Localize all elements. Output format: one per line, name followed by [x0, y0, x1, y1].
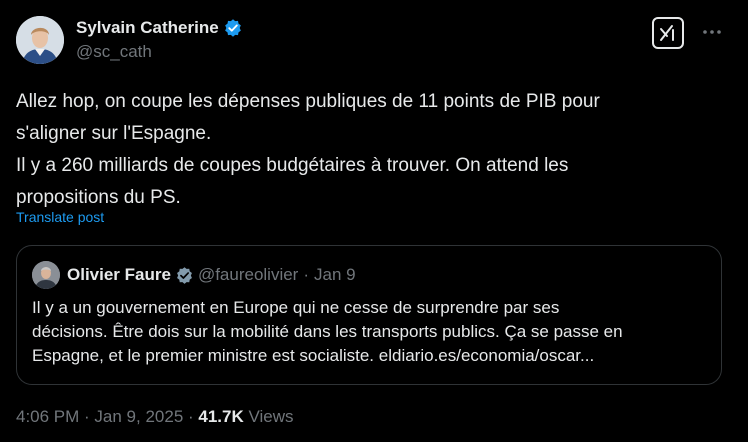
grok-button[interactable]: [652, 17, 684, 49]
tweet: Sylvain Catherine @sc_cath Allez hop, on…: [0, 0, 748, 442]
post-time[interactable]: 4:06 PM: [16, 407, 79, 426]
quoted-author-avatar-image: [32, 261, 60, 289]
tweet-text: Allez hop, on coupe les dépenses publiqu…: [16, 86, 716, 214]
post-metadata: 4:06 PM · Jan 9, 2025 · 41.7K Views: [16, 407, 294, 427]
quoted-text-line: Il y a un gouvernement en Europe qui ne …: [32, 298, 560, 317]
views-count[interactable]: 41.7K: [198, 407, 243, 426]
verified-badge-icon[interactable]: [223, 18, 243, 38]
tweet-text-line: Il y a 260 milliards de coupes budgétair…: [16, 155, 569, 176]
tweet-text-line: s'aligner sur l'Espagne.: [16, 123, 212, 144]
author-avatar-image: [16, 16, 64, 64]
quoted-text-line: Espagne, et le premier ministre est soci…: [32, 346, 595, 365]
quoted-post-date[interactable]: Jan 9: [314, 265, 356, 285]
tweet-text-line: Allez hop, on coupe les dépenses publiqu…: [16, 91, 600, 112]
views-label: Views: [243, 407, 294, 426]
tweet-text-line: propositions du PS.: [16, 187, 181, 208]
quoted-verified-badge-icon[interactable]: [175, 266, 194, 285]
quoted-separator: ·: [303, 265, 310, 284]
author-block: Sylvain Catherine @sc_cath: [76, 18, 243, 62]
more-icon: [703, 30, 721, 34]
quoted-author-handle[interactable]: @faureolivier: [198, 265, 298, 285]
quoted-post[interactable]: Olivier Faure @faureolivier · Jan 9 Il y…: [16, 245, 722, 385]
quoted-text-line: décisions. Être dois sur la mobilité dan…: [32, 322, 623, 341]
translate-post-link[interactable]: Translate post: [16, 209, 104, 225]
author-display-name[interactable]: Sylvain Catherine: [76, 18, 219, 38]
quoted-author-avatar[interactable]: [32, 261, 60, 289]
quoted-post-text: Il y a un gouvernement en Europe qui ne …: [32, 296, 712, 368]
post-date[interactable]: Jan 9, 2025: [94, 407, 183, 426]
meta-separator: ·: [79, 407, 95, 426]
quoted-author-name[interactable]: Olivier Faure: [67, 265, 171, 285]
meta-separator: ·: [183, 407, 199, 426]
grok-icon: [660, 25, 674, 41]
author-avatar[interactable]: [16, 16, 64, 64]
author-handle[interactable]: @sc_cath: [76, 42, 243, 62]
quoted-post-header: Olivier Faure @faureolivier · Jan 9: [67, 265, 356, 285]
author-name-row: Sylvain Catherine: [76, 18, 243, 38]
more-options-button[interactable]: [700, 22, 724, 42]
